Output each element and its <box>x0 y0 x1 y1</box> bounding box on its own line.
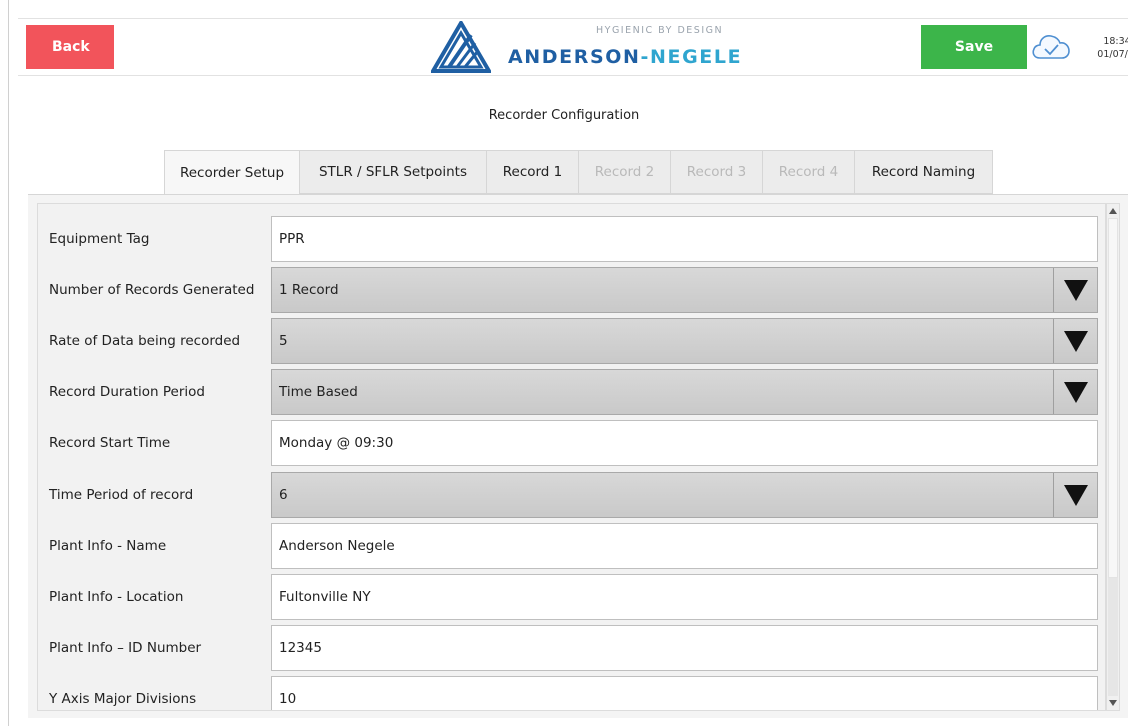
form-row-plant-location: Plant Info - Location Fultonville NY <box>38 574 1105 620</box>
plant-name-input[interactable]: Anderson Negele <box>271 523 1098 569</box>
triangle-down-icon[interactable] <box>1053 473 1097 517</box>
tab-bar: Recorder Setup STLR / SFLR Setpoints Rec… <box>164 150 993 195</box>
tab-stlr-sflr-setpoints[interactable]: STLR / SFLR Setpoints <box>300 150 487 194</box>
header-bar: Back HYGIENIC BY DESIGN ANDERSON-NEGELE … <box>18 18 1128 76</box>
form-row-rate-of-data: Rate of Data being recorded 5 <box>38 318 1105 364</box>
scrollbar-thumb[interactable] <box>1108 218 1118 578</box>
scrollbar-track[interactable] <box>1108 578 1118 696</box>
tab-record-2: Record 2 <box>579 150 671 194</box>
field-label: Record Duration Period <box>49 384 205 400</box>
form-row-plant-name: Plant Info - Name Anderson Negele <box>38 523 1105 569</box>
brand-part2: NEGELE <box>650 46 743 68</box>
field-label: Plant Info - Location <box>49 589 184 605</box>
brand-tagline: HYGIENIC BY DESIGN <box>596 25 724 36</box>
brand-separator: - <box>640 46 651 68</box>
clock-time: 18:34:59 <box>1103 36 1128 47</box>
scroll-down-arrow-icon[interactable] <box>1107 697 1119 709</box>
form-row-y-axis-divisions: Y Axis Major Divisions 10 <box>38 676 1105 710</box>
field-label: Record Start Time <box>49 435 171 451</box>
form-row-record-start-time: Record Start Time Monday @ 09:30 <box>38 420 1105 466</box>
y-axis-divisions-input[interactable]: 10 <box>271 676 1098 710</box>
save-button[interactable]: Save <box>921 25 1027 69</box>
form-row-equipment-tag: Equipment Tag PPR <box>38 216 1105 262</box>
anderson-negele-logo-icon <box>431 21 491 73</box>
clock-date: 01/07/202 <box>1097 49 1128 60</box>
form-row-record-duration: Record Duration Period Time Based <box>38 369 1105 415</box>
clock-display: 18:34:59 01/07/202 <box>1076 35 1128 61</box>
field-label: Plant Info – ID Number <box>49 640 202 656</box>
form-row-plant-id: Plant Info – ID Number 12345 <box>38 625 1105 671</box>
vertical-scrollbar[interactable] <box>1106 203 1120 711</box>
cloud-check-icon[interactable] <box>1031 31 1071 63</box>
field-label: Y Axis Major Divisions <box>49 691 197 707</box>
field-label: Time Period of record <box>49 487 194 503</box>
tab-record-naming[interactable]: Record Naming <box>855 150 993 194</box>
field-label: Number of Records Generated <box>49 282 255 298</box>
field-label: Plant Info - Name <box>49 538 167 554</box>
form-row-time-period: Time Period of record 6 <box>38 472 1105 518</box>
triangle-down-icon[interactable] <box>1053 370 1097 414</box>
select-value: 6 <box>279 487 288 503</box>
form-row-number-of-records: Number of Records Generated 1 Record <box>38 267 1105 313</box>
tab-record-1[interactable]: Record 1 <box>487 150 579 194</box>
record-duration-select[interactable]: Time Based <box>271 369 1098 415</box>
plant-location-input[interactable]: Fultonville NY <box>271 574 1098 620</box>
scroll-up-arrow-icon[interactable] <box>1107 205 1119 217</box>
triangle-down-icon[interactable] <box>1053 268 1097 312</box>
settings-list[interactable]: Equipment Tag PPR Number of Records Gene… <box>37 203 1106 711</box>
select-value: 1 Record <box>279 282 339 298</box>
plant-id-input[interactable]: 12345 <box>271 625 1098 671</box>
triangle-down-icon[interactable] <box>1053 319 1097 363</box>
field-label: Rate of Data being recorded <box>49 333 241 349</box>
field-label: Equipment Tag <box>49 231 150 247</box>
select-value: Time Based <box>279 384 358 400</box>
record-start-time-input[interactable]: Monday @ 09:30 <box>271 420 1098 466</box>
rate-of-data-select[interactable]: 5 <box>271 318 1098 364</box>
tab-record-3: Record 3 <box>671 150 763 194</box>
equipment-tag-input[interactable]: PPR <box>271 216 1098 262</box>
back-button[interactable]: Back <box>26 25 114 69</box>
page-title: Recorder Configuration <box>488 108 640 123</box>
tab-record-4: Record 4 <box>763 150 855 194</box>
time-period-select[interactable]: 6 <box>271 472 1098 518</box>
select-value: 5 <box>279 333 288 349</box>
brand-part1: ANDERSON <box>508 46 641 68</box>
brand-name: ANDERSON-NEGELE <box>508 46 742 68</box>
tab-recorder-setup[interactable]: Recorder Setup <box>164 150 300 195</box>
number-of-records-select[interactable]: 1 Record <box>271 267 1098 313</box>
